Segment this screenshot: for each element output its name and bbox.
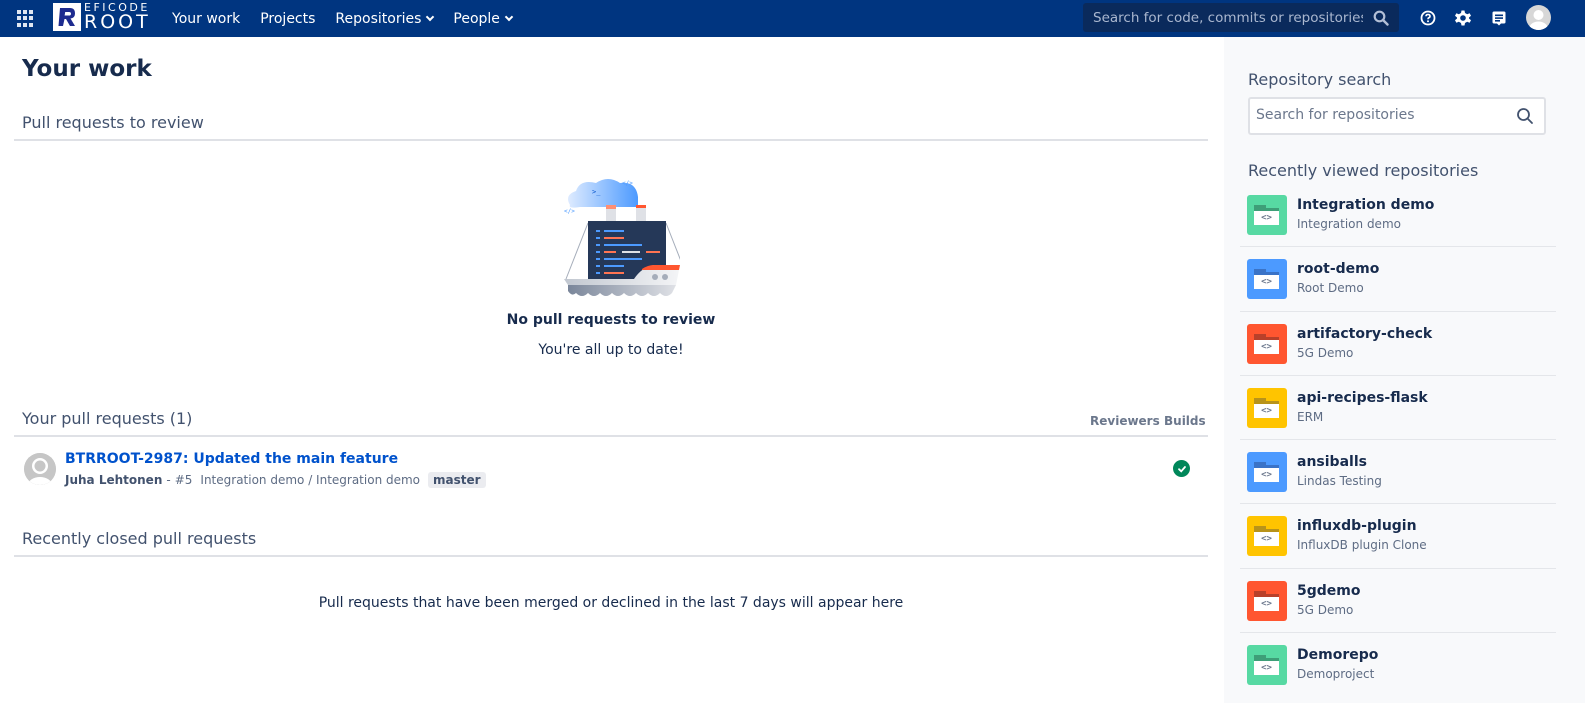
repository-icon: <> [1247, 387, 1287, 428]
repository-list-item[interactable]: <> root-demo Root Demo [1240, 247, 1556, 312]
repository-icon: <> [1247, 259, 1287, 300]
page-title: Your work [22, 56, 152, 82]
pr-number: #5 [174, 473, 193, 487]
repository-project: 5G Demo [1297, 602, 1354, 617]
repository-list-item[interactable]: <> influxdb-plugin InfluxDB plugin Clone [1240, 504, 1556, 569]
code-icon: <> [1254, 211, 1279, 225]
repository-project: ERM [1297, 409, 1324, 424]
nav-projects[interactable]: Projects [260, 11, 315, 27]
main-content: Your work Pull requests to review >_ </>… [14, 37, 1208, 703]
code-icon: <> [1254, 596, 1279, 611]
pull-request-row: BTRROOT-2987: Updated the main feature J… [14, 437, 1208, 501]
divider [14, 139, 1208, 141]
author-avatar[interactable] [24, 453, 56, 485]
repository-project: Lindas Testing [1297, 474, 1382, 489]
repository-project: Demoproject [1297, 667, 1375, 682]
repository-name: root-demo [1297, 261, 1380, 278]
search-icon[interactable] [1516, 107, 1534, 129]
pull-request-meta: Juha Lehtonen - #5 Integration demo / In… [65, 472, 486, 488]
svg-text:</>: </> [622, 180, 633, 187]
empty-review-title: No pull requests to review [506, 312, 716, 328]
branch-badge: master [428, 472, 486, 488]
repository-name: Integration demo [1297, 197, 1435, 213]
sidebar: Repository search Recently viewed reposi… [1224, 37, 1585, 703]
repository-list-item[interactable]: <> ansiballs Lindas Testing [1240, 440, 1556, 505]
repository-list-item[interactable]: <> Demorepo Demoproject [1240, 633, 1556, 697]
code-icon: <> [1254, 275, 1279, 290]
main-nav: Your work Projects Repositories People [172, 0, 532, 37]
repository-list-item[interactable]: <> api-recipes-flask ERM [1240, 376, 1556, 441]
repository-name: ansiballs [1297, 454, 1367, 471]
pull-request-title-link[interactable]: BTRROOT-2987: Updated the main feature [65, 451, 398, 467]
repository-project: Integration demo [1297, 217, 1401, 231]
nav-label: People [453, 10, 500, 27]
empty-review-subtitle: You're all up to date! [538, 342, 684, 358]
help-icon[interactable] [1418, 8, 1438, 28]
recent-repository-list: <> Integration demo Integration demo <> … [1240, 183, 1556, 697]
app-switcher-icon[interactable] [17, 10, 34, 27]
logo-mark [53, 3, 81, 31]
chevron-down-icon [426, 12, 435, 21]
repository-icon: <> [1247, 645, 1287, 686]
closed-empty-message: Pull requests that have been merged or d… [318, 595, 904, 611]
code-icon: <> [1254, 403, 1279, 418]
repository-list-item[interactable]: <> Integration demo Integration demo [1240, 183, 1556, 248]
logo-bottom-text: ROOT [84, 11, 151, 33]
repository-name: Demorepo [1297, 647, 1379, 664]
user-avatar[interactable] [1526, 5, 1551, 30]
column-header-builds: Builds [1164, 414, 1206, 428]
divider [14, 555, 1208, 557]
section-title-review: Pull requests to review [22, 113, 204, 132]
notes-icon[interactable] [1489, 8, 1509, 28]
global-search [1083, 3, 1399, 32]
nav-label: Projects [260, 10, 316, 27]
code-icon: <> [1254, 661, 1279, 676]
pr-author: Juha Lehtonen [65, 473, 163, 487]
build-success-icon[interactable] [1173, 460, 1190, 477]
repository-name: 5gdemo [1297, 582, 1361, 599]
repository-name: influxdb-plugin [1297, 518, 1417, 535]
repository-icon: <> [1247, 323, 1287, 364]
nav-people[interactable]: People [453, 10, 514, 27]
repository-list-item[interactable]: <> 5gdemo 5G Demo [1240, 569, 1556, 634]
global-search-input[interactable] [1093, 9, 1363, 26]
repository-search-input[interactable] [1256, 107, 1506, 123]
svg-text:</>: </> [564, 208, 575, 215]
repository-search-title: Repository search [1248, 70, 1392, 89]
repository-name: artifactory-check [1297, 325, 1433, 342]
repository-list-item[interactable]: <> artifactory-check 5G Demo [1240, 312, 1556, 376]
settings-icon[interactable] [1453, 8, 1473, 28]
top-navigation-bar: EFICODE ROOT Your work Projects Reposito… [0, 0, 1585, 37]
repository-icon: <> [1247, 195, 1287, 235]
code-icon: <> [1254, 468, 1279, 483]
pr-repository-link[interactable]: Integration demo / Integration demo [200, 473, 420, 487]
separator: - [166, 473, 171, 487]
nav-label: Your work [172, 10, 241, 27]
nav-label: Repositories [335, 10, 422, 27]
ship-illustration: >_ </> </> [550, 175, 689, 299]
svg-text:>_: >_ [592, 188, 601, 196]
repository-project: 5G Demo [1297, 345, 1354, 360]
nav-repositories[interactable]: Repositories [335, 10, 435, 27]
logo-text: EFICODE ROOT [84, 2, 151, 32]
column-header-reviewers: Reviewers [1090, 414, 1160, 428]
repository-project: InfluxDB plugin Clone [1297, 538, 1427, 553]
logo[interactable]: EFICODE ROOT [53, 2, 151, 32]
nav-your-work[interactable]: Your work [172, 11, 240, 27]
code-icon: <> [1254, 339, 1279, 354]
repository-name: api-recipes-flask [1297, 389, 1428, 406]
search-icon[interactable] [1373, 10, 1389, 30]
recently-viewed-title: Recently viewed repositories [1248, 161, 1479, 180]
section-title-your-prs: Your pull requests (1) [22, 409, 193, 428]
repository-search [1248, 97, 1546, 135]
repository-icon: <> [1247, 516, 1287, 557]
code-icon: <> [1254, 532, 1279, 547]
repository-project: Root Demo [1297, 281, 1364, 296]
repository-icon: <> [1247, 580, 1287, 621]
section-title-closed: Recently closed pull requests [22, 529, 257, 548]
chevron-down-icon [504, 12, 514, 21]
repository-icon: <> [1247, 452, 1287, 493]
